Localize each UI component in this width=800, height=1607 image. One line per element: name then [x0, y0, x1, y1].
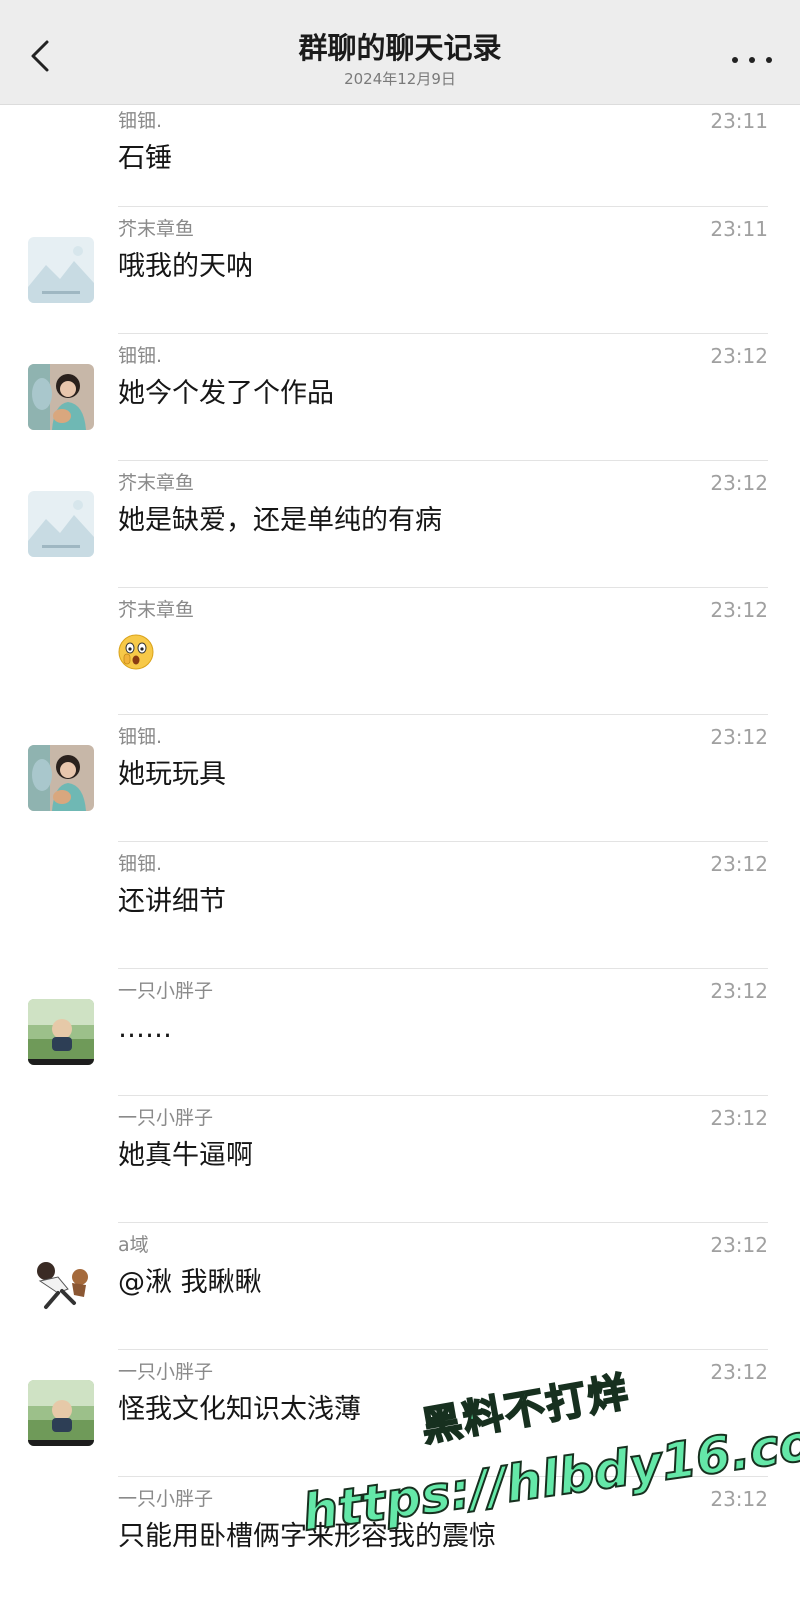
more-dot: [749, 57, 755, 63]
message-time: 23:11: [710, 217, 768, 241]
avatar[interactable]: [28, 364, 94, 430]
message-time: 23:12: [710, 471, 768, 495]
sender-name: a域: [118, 1234, 149, 1256]
message-text: 还讲细节: [118, 886, 226, 917]
message-text: ……: [118, 1013, 172, 1044]
sender-name: 芥末章鱼: [118, 218, 195, 240]
sender-name: 一只小胖子: [118, 1488, 214, 1510]
avatar[interactable]: [28, 1380, 94, 1446]
message-item[interactable]: 钿钿. 23:12 她玩玩具: [0, 715, 800, 842]
sender-name: 一只小胖子: [118, 980, 214, 1002]
more-dot: [766, 57, 772, 63]
avatar[interactable]: [28, 237, 94, 303]
sender-name: 钿钿.: [118, 110, 163, 132]
message-time: 23:12: [710, 598, 768, 622]
message-time: 23:12: [710, 852, 768, 876]
message-item[interactable]: 芥末章鱼 23:11 哦我的天呐: [0, 207, 800, 334]
page-title: 群聊的聊天记录: [298, 31, 502, 65]
message-item[interactable]: a域 23:12 @湫 我瞅瞅: [0, 1223, 800, 1350]
sender-name: 钿钿.: [118, 345, 163, 367]
message-time: 23:11: [710, 109, 768, 133]
message-item[interactable]: 钿钿. 23:11 石锤: [0, 103, 800, 207]
message-item[interactable]: 钿钿. 23:12 还讲细节: [0, 842, 800, 969]
message-time: 23:12: [710, 979, 768, 1003]
message-time: 23:12: [710, 1233, 768, 1257]
avatar[interactable]: [28, 999, 94, 1065]
message-item[interactable]: 钿钿. 23:12 她今个发了个作品: [0, 334, 800, 461]
sender-name: 芥末章鱼: [118, 599, 195, 621]
message-time: 23:12: [710, 725, 768, 749]
message-item[interactable]: 一只小胖子 23:12 她真牛逼啊: [0, 1096, 800, 1223]
message-time: 23:12: [710, 1487, 768, 1511]
message-text: 石锤: [118, 143, 172, 174]
avatar[interactable]: [28, 1253, 94, 1319]
shocked-face-emoji: [118, 634, 154, 670]
message-text: 她真牛逼啊: [118, 1140, 253, 1171]
message-text: 她玩玩具: [118, 759, 226, 790]
message-text: 哦我的天呐: [118, 251, 253, 282]
message-text: 她是缺爱，还是单纯的有病: [118, 505, 442, 536]
header-bar: 群聊的聊天记录 2024年12月9日: [0, 0, 800, 105]
message-item[interactable]: 芥末章鱼 23:12 她是缺爱，还是单纯的有病: [0, 461, 800, 588]
more-button[interactable]: [732, 52, 772, 68]
avatar[interactable]: [28, 491, 94, 557]
message-text: @湫 我瞅瞅: [118, 1267, 262, 1298]
message-item[interactable]: 芥末章鱼 23:12: [0, 588, 800, 715]
message-time: 23:12: [710, 344, 768, 368]
sender-name: 一只小胖子: [118, 1361, 214, 1383]
sender-name: 芥末章鱼: [118, 472, 195, 494]
avatar[interactable]: [28, 745, 94, 811]
message-list[interactable]: 钿钿. 23:11 石锤 芥末章鱼 23:11 哦我的天呐 钿钿. 23:12 …: [0, 104, 800, 1604]
message-item[interactable]: 一只小胖子 23:12 ……: [0, 969, 800, 1096]
message-time: 23:12: [710, 1360, 768, 1384]
message-text: 怪我文化知识太浅薄: [118, 1394, 361, 1425]
sender-name: 一只小胖子: [118, 1107, 214, 1129]
page-date: 2024年12月9日: [344, 70, 456, 88]
message-time: 23:12: [710, 1106, 768, 1130]
sender-name: 钿钿.: [118, 853, 163, 875]
sender-name: 钿钿.: [118, 726, 163, 748]
message-text: 她今个发了个作品: [118, 378, 334, 409]
more-dot: [732, 57, 738, 63]
